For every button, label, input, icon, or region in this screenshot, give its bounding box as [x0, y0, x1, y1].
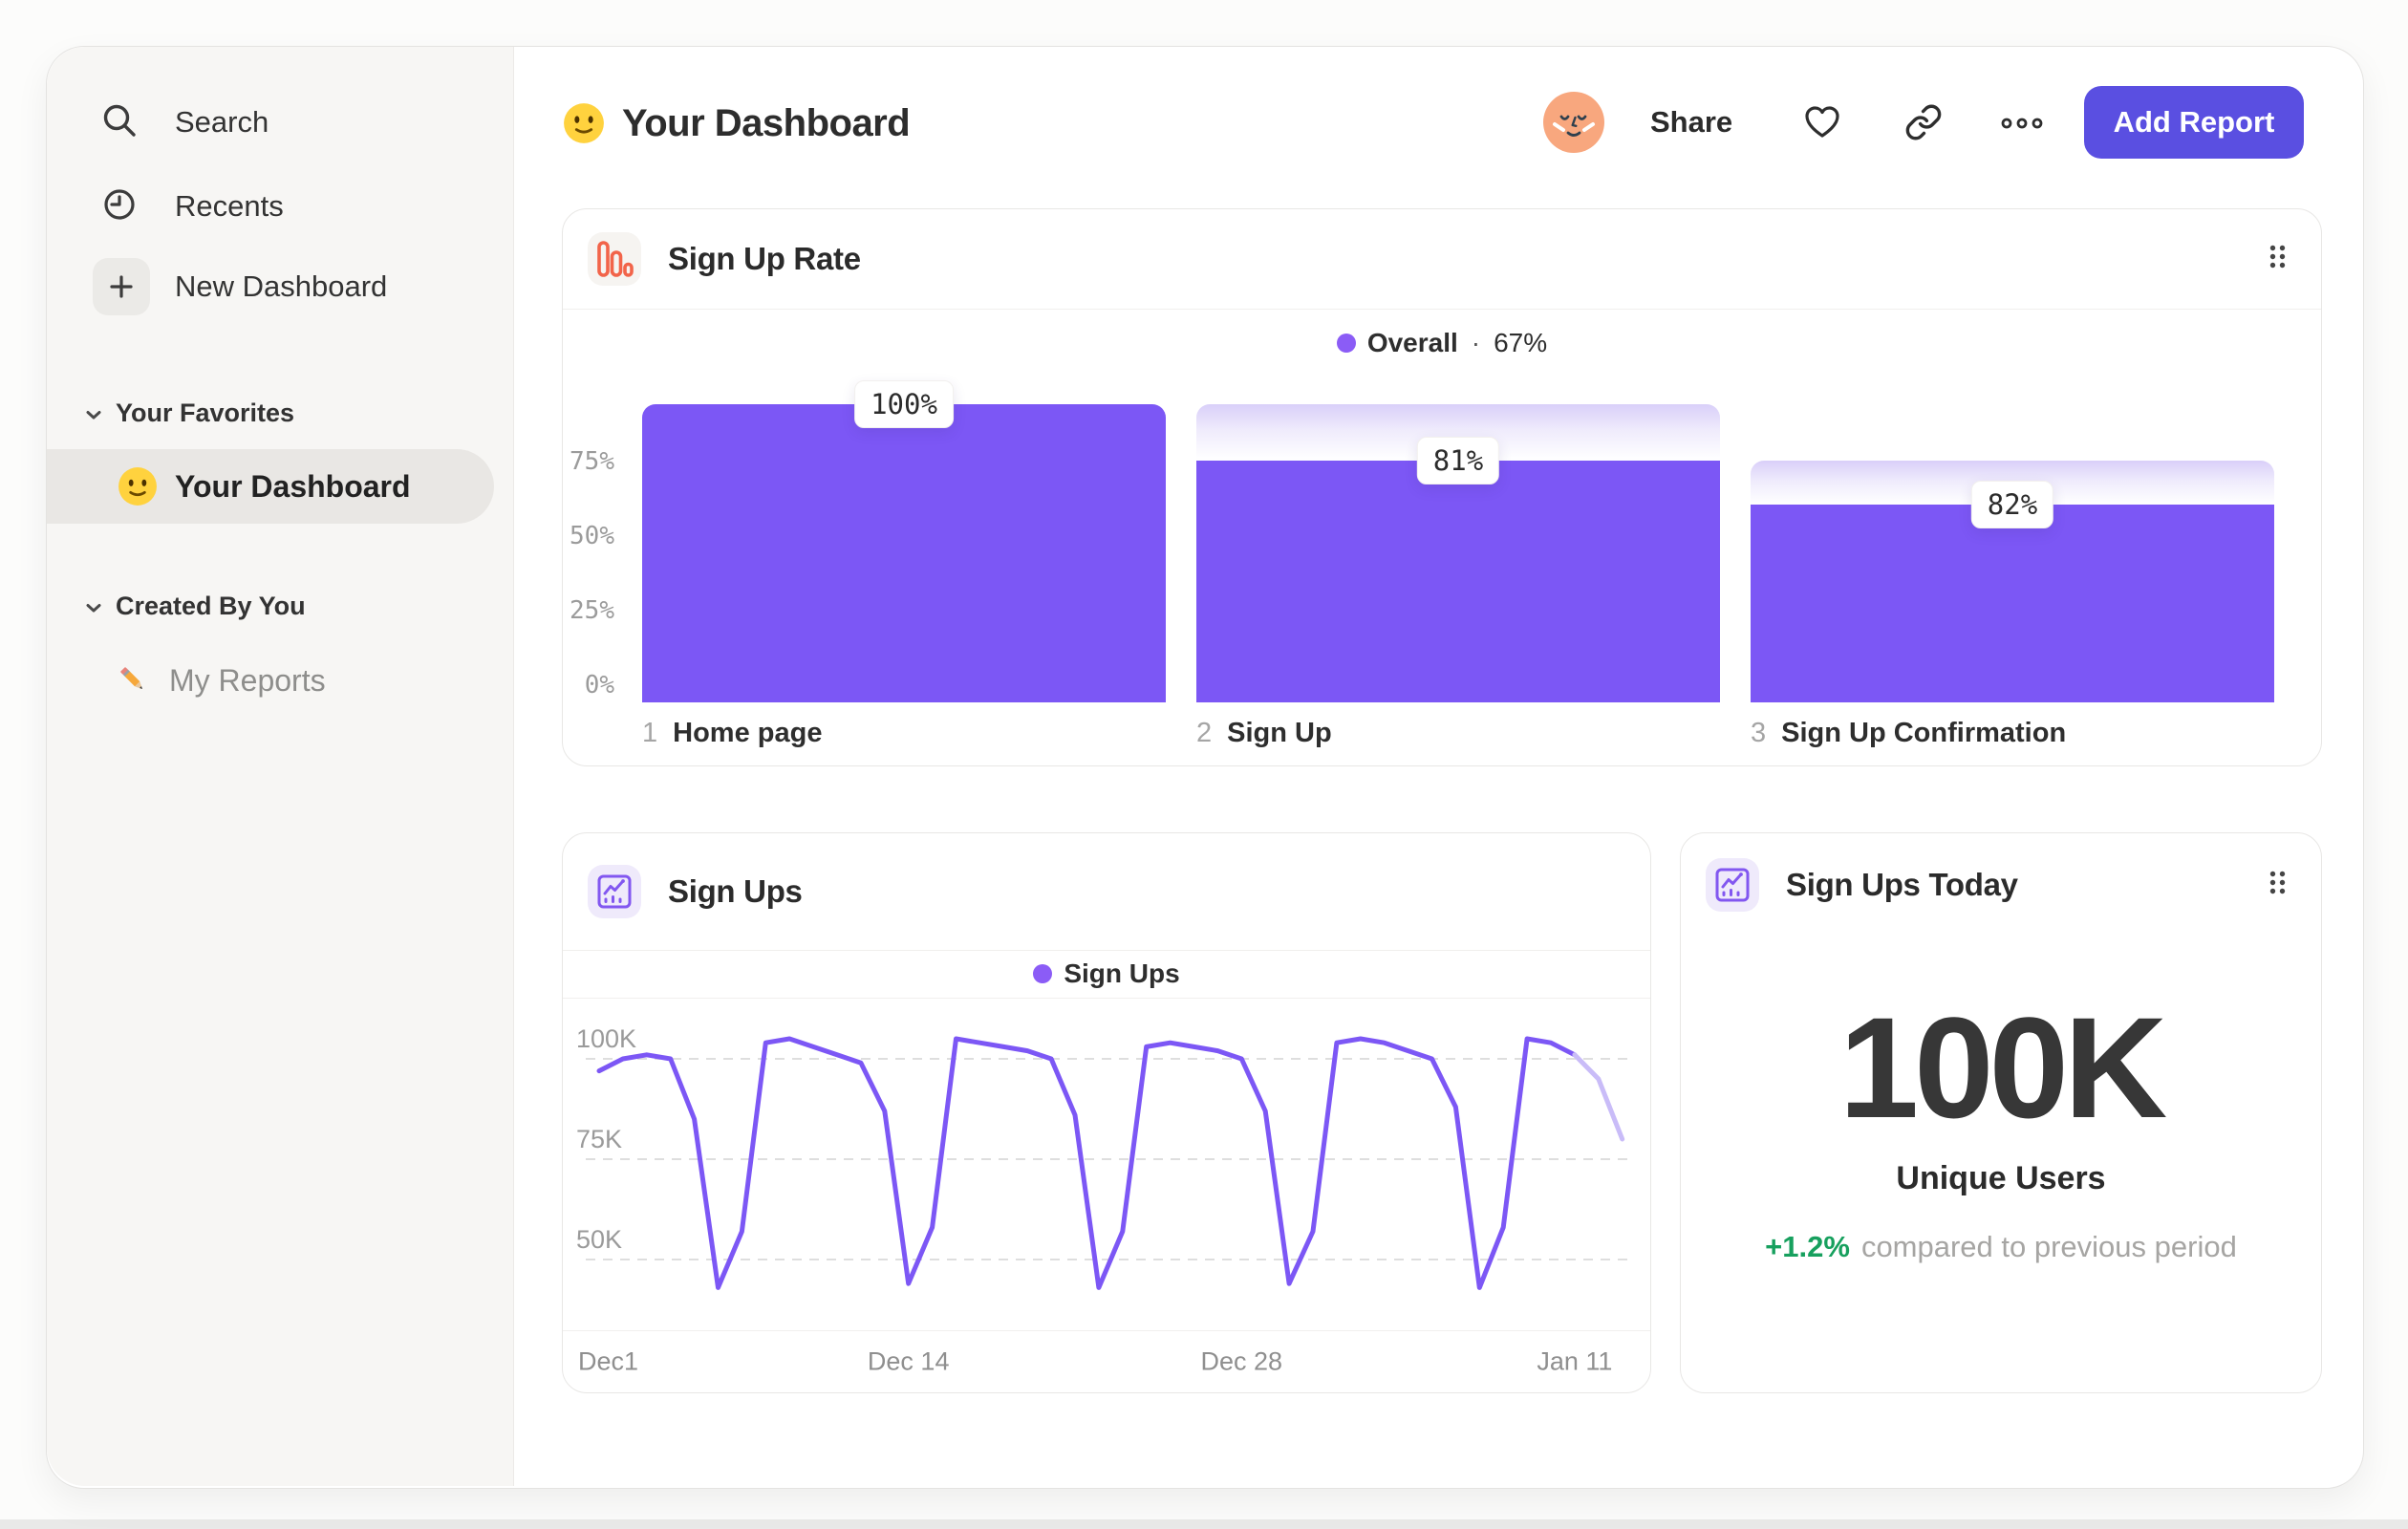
funnel-step-number: 1 [642, 718, 658, 748]
drag-handle-icon[interactable] [2268, 870, 2287, 900]
funnel-step-number: 3 [1751, 718, 1767, 748]
svg-text:75K: 75K [576, 1125, 622, 1153]
svg-text:100K: 100K [576, 1024, 636, 1053]
legend-value: 67% [1494, 328, 1548, 357]
line-chart-icon [1706, 858, 1759, 912]
sidebar-section-created-by-you[interactable]: Created By You [85, 587, 306, 625]
metric-body: 100K Unique Users +1.2% compared to prev… [1681, 996, 2321, 1264]
sign-up-rate-card: Sign Up Rate Overall · 67% 75% 50% 25% 0% 10… [562, 208, 2322, 766]
funnel-step-name: Sign Up Confirmation [1781, 718, 2067, 748]
smiley-emoji [118, 466, 158, 506]
funnel-step-number: 2 [1196, 718, 1213, 748]
bar-chart-icon [588, 232, 641, 286]
line-x-axis: Dec1 Dec 14 Dec 28 Jan 11 [563, 1330, 1650, 1392]
funnel-value-badge: 82% [1970, 480, 2054, 528]
svg-text:50K: 50K [576, 1225, 622, 1254]
sidebar-item-label: My Reports [169, 662, 326, 698]
funnel-step-label: 2 Sign Up [1196, 718, 1332, 749]
drag-handle-icon[interactable] [2268, 244, 2287, 274]
smiley-emoji [563, 102, 605, 144]
card-title: Sign Ups [668, 873, 803, 909]
funnel-bar[interactable] [1751, 504, 2274, 702]
page-title-text: Your Dashboard [622, 101, 911, 144]
line-chart-plot: 100K 75K 50K [576, 1024, 1627, 1290]
pencil-emoji [116, 662, 152, 699]
sidebar: Search Recents New Dashboard Your Favori… [47, 47, 514, 1486]
card-header: Sign Ups Today [1681, 833, 2321, 937]
funnel-step-name: Home page [673, 718, 823, 748]
funnel-y-tick: 25% [570, 596, 614, 625]
legend-label: Overall [1366, 328, 1458, 357]
share-button[interactable]: Share [1650, 93, 1732, 152]
heart-icon[interactable] [1803, 103, 1841, 146]
sidebar-item-new-dashboard[interactable]: New Dashboard [93, 258, 387, 315]
app-window: Search Recents New Dashboard Your Favori… [46, 46, 2364, 1489]
legend-label: Sign Ups [1064, 958, 1180, 988]
funnel-legend[interactable]: Overall · 67% [563, 320, 2321, 366]
sidebar-section-label: Your Favorites [116, 398, 295, 427]
funnel-y-tick: 50% [570, 522, 614, 550]
funnel-step-label: 3 Sign Up Confirmation [1751, 718, 2066, 749]
more-icon[interactable] [2001, 117, 2043, 134]
funnel-value-badge: 100% [854, 380, 954, 428]
metric-label: Unique Users [1896, 1160, 2106, 1196]
line-legend[interactable]: Sign Ups [563, 950, 1650, 999]
funnel-step-label: 1 Home page [642, 718, 822, 749]
funnel-bar[interactable] [1196, 461, 1720, 702]
link-icon[interactable] [1904, 103, 1943, 146]
sidebar-item-label: New Dashboard [175, 269, 388, 303]
add-report-button[interactable]: Add Report [2084, 86, 2304, 159]
metric-delta-note: compared to previous period [1860, 1230, 2237, 1263]
sidebar-item-your-dashboard[interactable]: Your Dashboard [47, 449, 494, 524]
funnel-y-tick: 75% [570, 447, 614, 476]
sidebar-item-label: Search [175, 105, 269, 139]
page-title: Your Dashboard [563, 93, 911, 154]
avatar[interactable] [1543, 92, 1604, 153]
plus-icon [93, 258, 150, 315]
chevron-down-icon [85, 398, 102, 428]
line-x-tick: Dec 28 [1200, 1346, 1283, 1376]
sidebar-section-label: Created By You [116, 591, 306, 620]
metric-delta: +1.2% [1765, 1230, 1850, 1263]
funnel-bar[interactable] [642, 404, 1166, 702]
line-x-tick: Jan 11 [1537, 1346, 1613, 1376]
metric-value: 100K [1838, 987, 2168, 1148]
card-title: Sign Ups Today [1786, 867, 2018, 902]
search-icon [100, 101, 139, 144]
sidebar-item-my-reports[interactable]: My Reports [116, 657, 326, 704]
card-header: Sign Up Rate [563, 209, 2321, 310]
page-bottom-strip [0, 1519, 2408, 1529]
legend-dot [1033, 964, 1053, 983]
recents-icon [100, 185, 139, 228]
legend-separator: · [1471, 328, 1481, 357]
funnel-step-name: Sign Up [1227, 718, 1332, 748]
card-header: Sign Ups [563, 833, 1650, 951]
legend-dot [1336, 334, 1356, 353]
card-title: Sign Up Rate [668, 241, 861, 276]
sidebar-item-search[interactable]: Search [100, 100, 269, 144]
line-x-tick: Dec 14 [867, 1346, 950, 1376]
sidebar-section-your-favorites[interactable]: Your Favorites [85, 394, 294, 432]
sidebar-item-recents[interactable]: Recents [100, 184, 284, 228]
sign-ups-card: Sign Ups Sign Ups 100K 75K 50K Dec1 Dec 14 D… [562, 832, 1651, 1393]
line-chart-icon [588, 865, 641, 918]
funnel-value-badge: 81% [1416, 437, 1500, 485]
metric-delta-row: +1.2% compared to previous period [1765, 1230, 2237, 1264]
funnel-y-tick: 0% [584, 671, 614, 700]
sidebar-item-label: Recents [175, 189, 284, 223]
sign-ups-today-card: Sign Ups Today 100K Unique Users +1.2% c… [1680, 832, 2322, 1393]
sidebar-item-label: Your Dashboard [175, 468, 411, 504]
chevron-down-icon [85, 592, 102, 621]
line-x-tick: Dec1 [578, 1346, 639, 1376]
